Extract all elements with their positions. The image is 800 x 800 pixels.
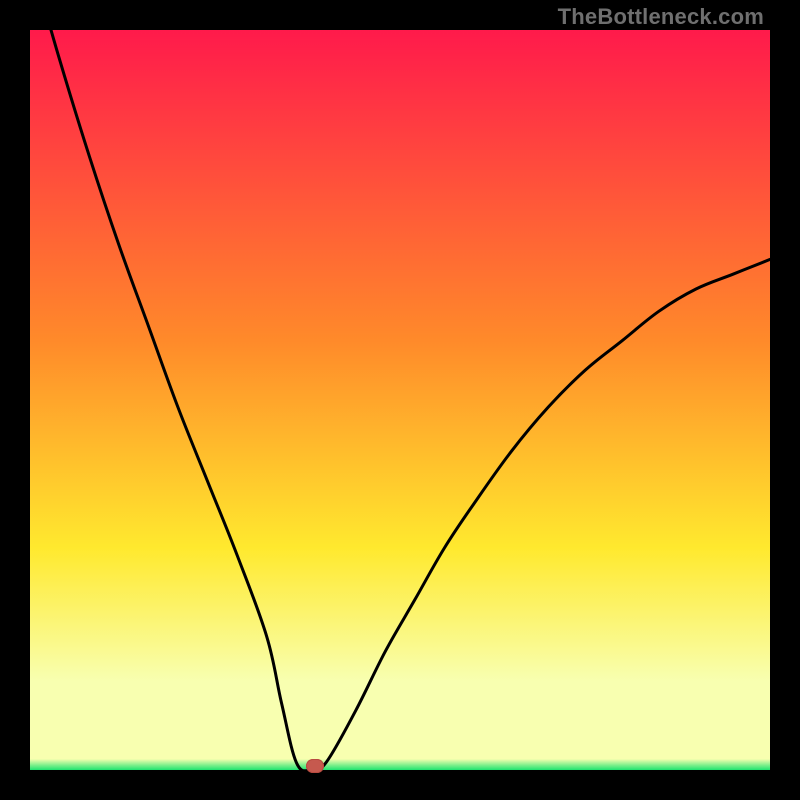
- chart-container: TheBottleneck.com: [0, 0, 800, 800]
- minimum-marker: [306, 759, 324, 773]
- plot-area: [30, 30, 770, 770]
- background-gradient: [30, 30, 770, 770]
- watermark-text: TheBottleneck.com: [558, 4, 764, 30]
